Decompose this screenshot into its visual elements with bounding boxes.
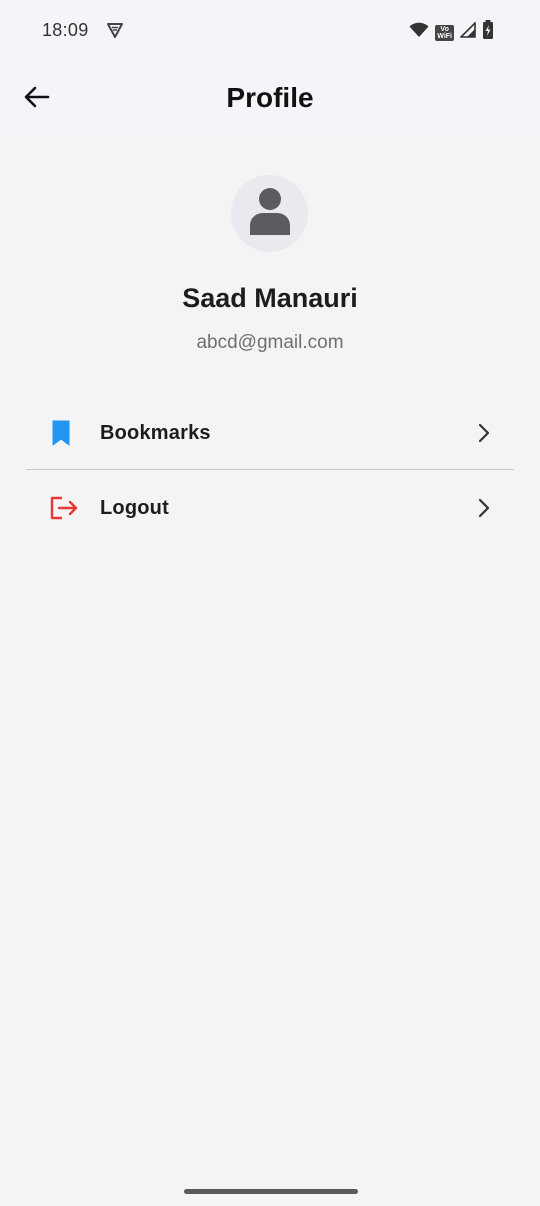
signal-icon xyxy=(459,21,476,43)
divider xyxy=(26,469,514,470)
bookmark-icon xyxy=(26,420,100,446)
status-bar: 18:09 Vo WiFi xyxy=(0,0,540,62)
page-title: Profile xyxy=(226,82,314,113)
status-time: 18:09 xyxy=(42,20,89,40)
vowifi-bottom-label: WiFi xyxy=(437,32,452,40)
profile-name: Saad Manauri xyxy=(182,283,358,313)
chevron-right-icon xyxy=(454,498,514,518)
status-icons: Vo WiFi xyxy=(409,20,494,45)
logout-icon xyxy=(26,496,100,520)
menu-item-bookmarks[interactable]: Bookmarks xyxy=(26,396,514,470)
battery-charging-icon xyxy=(482,20,494,45)
home-indicator[interactable] xyxy=(184,1189,358,1194)
vpn-shield-icon xyxy=(106,21,124,44)
menu-item-label: Bookmarks xyxy=(100,421,211,444)
menu-item-label: Logout xyxy=(100,496,169,519)
vowifi-icon: Vo WiFi xyxy=(435,24,454,41)
menu-item-logout[interactable]: Logout xyxy=(26,471,514,545)
vowifi-top-label: Vo xyxy=(440,25,449,33)
person-icon xyxy=(248,186,292,241)
wifi-icon xyxy=(409,22,429,43)
chevron-right-icon xyxy=(454,423,514,443)
app-bar: Profile xyxy=(0,62,540,136)
avatar xyxy=(231,175,308,252)
profile-email: abcd@gmail.com xyxy=(196,332,344,353)
